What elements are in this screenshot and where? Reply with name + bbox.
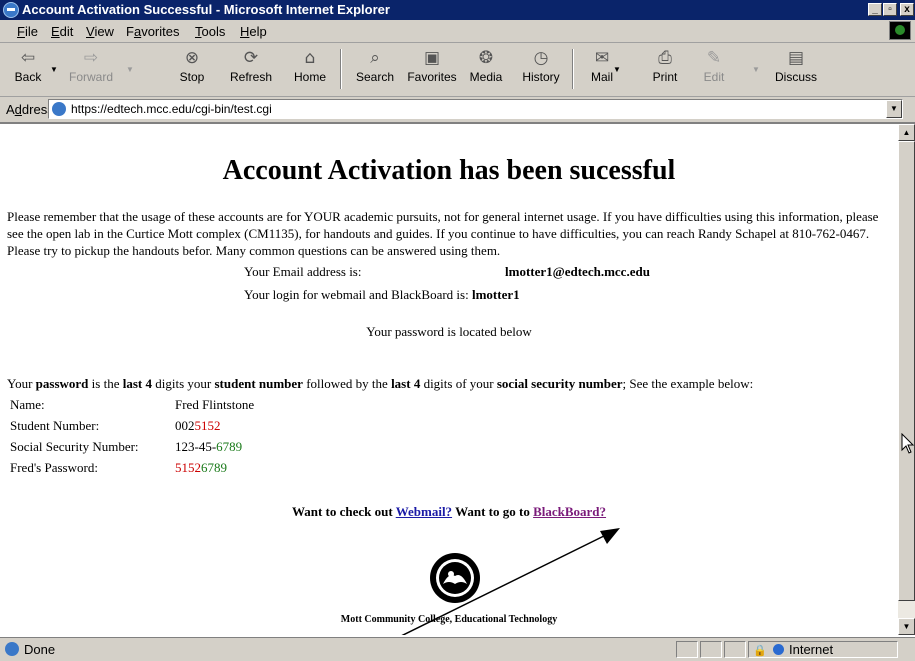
password-note: Your password is located below bbox=[366, 324, 532, 339]
mail-icon: ✉ bbox=[594, 48, 610, 68]
links-line: Want to check out Webmail? Want to go to… bbox=[291, 504, 607, 519]
close-button[interactable]: x bbox=[900, 3, 914, 16]
back-dropdown-icon[interactable]: ▼ bbox=[50, 65, 58, 74]
history-button[interactable]: ◷ History bbox=[518, 45, 564, 93]
ie-icon bbox=[3, 2, 19, 18]
media-button[interactable]: ❂ Media bbox=[466, 45, 506, 93]
annotation-arrow-icon bbox=[401, 528, 620, 635]
standard-toolbar: ⇦ Back ▼ ⇨ Forward ▼ ⊗ Stop ⟳ Refresh ⌂ Home … bbox=[0, 43, 915, 97]
address-label: Address bbox=[6, 102, 54, 117]
menu-help[interactable]: Help bbox=[240, 24, 267, 39]
maximize-button[interactable]: ▫ bbox=[883, 3, 897, 16]
stop-button[interactable]: ⊗ Stop bbox=[172, 45, 212, 93]
edit-dropdown-icon[interactable]: ▼ bbox=[752, 65, 760, 74]
intro-paragraph: Please remember that the usage of these … bbox=[7, 209, 879, 258]
address-input[interactable]: https://edtech.mcc.edu/cgi-bin/test.cgi … bbox=[48, 99, 903, 119]
password-rule: Your password is the last 4 digits your … bbox=[7, 376, 754, 391]
back-button[interactable]: ⇦ Back bbox=[8, 45, 48, 93]
address-url: https://edtech.mcc.edu/cgi-bin/test.cgi bbox=[71, 102, 272, 116]
menu-favorites[interactable]: Favorites bbox=[126, 24, 179, 39]
window-title: Account Activation Successful - Microsof… bbox=[22, 2, 390, 17]
example-name-value: Fred Flintstone bbox=[175, 397, 255, 412]
status-panel bbox=[676, 641, 698, 658]
scroll-thumb[interactable] bbox=[898, 141, 915, 601]
lock-icon: 🔒 bbox=[753, 645, 767, 657]
example-student-value: 0025152 bbox=[175, 418, 221, 433]
status-zone-panel: 🔒 Internet bbox=[748, 641, 898, 658]
login-value: lmotter1 bbox=[471, 287, 520, 302]
search-icon: ⌕ bbox=[370, 48, 380, 68]
refresh-button[interactable]: ⟳ Refresh bbox=[225, 45, 277, 93]
status-page-icon bbox=[5, 642, 19, 656]
scroll-down-button[interactable]: ▼ bbox=[898, 618, 915, 635]
menu-view[interactable]: View bbox=[86, 24, 114, 39]
status-text: Done bbox=[24, 642, 56, 657]
login-info: Your login for webmail and BlackBoard is… bbox=[244, 287, 520, 302]
discuss-button[interactable]: ▤ Discuss bbox=[770, 45, 822, 93]
zone-text: Internet bbox=[789, 642, 834, 657]
media-icon: ❂ bbox=[478, 48, 494, 68]
email-label: Your Email address is: bbox=[244, 264, 362, 279]
toolbar-separator bbox=[572, 49, 574, 89]
example-student-label: Student Number: bbox=[10, 418, 100, 433]
search-button[interactable]: ⌕ Search bbox=[350, 45, 400, 93]
status-bar: Done 🔒 Internet bbox=[0, 637, 915, 661]
history-icon: ◷ bbox=[533, 48, 549, 68]
example-ssn-label: Social Security Number: bbox=[10, 439, 139, 454]
edit-icon: ✎ bbox=[706, 48, 722, 68]
globe-icon bbox=[773, 644, 784, 655]
favorites-icon: ▣ bbox=[423, 48, 441, 68]
back-arrow-icon: ⇦ bbox=[20, 48, 36, 68]
blackboard-link[interactable]: BlackBoard? bbox=[533, 504, 606, 519]
status-panel bbox=[724, 641, 746, 658]
example-ssn-value: 123-45-6789 bbox=[175, 439, 243, 454]
refresh-icon: ⟳ bbox=[243, 48, 259, 68]
address-dropdown-button[interactable]: ▼ bbox=[886, 100, 902, 118]
email-value: lmotter1@edtech.mcc.edu bbox=[505, 264, 650, 279]
example-name-label: Name: bbox=[10, 397, 45, 412]
menu-file[interactable]: File bbox=[17, 24, 38, 39]
address-bar: Address https://edtech.mcc.edu/cgi-bin/t… bbox=[0, 97, 915, 124]
menu-bar: File Edit View Favorites Tools Help bbox=[0, 20, 915, 43]
forward-button[interactable]: ⇨ Forward bbox=[66, 45, 116, 93]
forward-dropdown-icon[interactable]: ▼ bbox=[126, 65, 134, 74]
page-icon bbox=[52, 102, 66, 116]
page-content: Account Activation has been sucessful Pl… bbox=[0, 124, 898, 635]
example-password-value: 51526789 bbox=[175, 460, 227, 475]
example-password-label: Fred's Password: bbox=[10, 460, 98, 475]
vertical-scrollbar[interactable]: ▲ ▼ bbox=[898, 124, 915, 635]
print-button[interactable]: ⎙ Print bbox=[645, 45, 685, 93]
home-icon: ⌂ bbox=[304, 48, 316, 68]
menu-tools[interactable]: Tools bbox=[195, 24, 225, 39]
webmail-link[interactable]: Webmail? bbox=[396, 504, 452, 519]
mouse-cursor-icon bbox=[901, 433, 915, 454]
title-bar: Account Activation Successful - Microsof… bbox=[0, 0, 915, 20]
minimize-button[interactable]: _ bbox=[868, 3, 882, 16]
page-heading: Account Activation has been sucessful bbox=[222, 155, 676, 186]
toolbar-separator bbox=[340, 49, 342, 89]
discuss-icon: ▤ bbox=[787, 48, 805, 68]
scroll-up-button[interactable]: ▲ bbox=[898, 124, 915, 141]
print-icon: ⎙ bbox=[658, 48, 672, 68]
stop-icon: ⊗ bbox=[184, 48, 200, 68]
mail-dropdown-icon[interactable]: ▼ bbox=[613, 65, 621, 74]
favorites-button[interactable]: ▣ Favorites bbox=[404, 45, 460, 93]
ie-throbber-icon bbox=[889, 21, 911, 40]
home-button[interactable]: ⌂ Home bbox=[290, 45, 330, 93]
status-panel bbox=[700, 641, 722, 658]
forward-arrow-icon: ⇨ bbox=[83, 48, 99, 68]
edit-button[interactable]: ✎ Edit bbox=[697, 45, 731, 93]
menu-edit[interactable]: Edit bbox=[51, 24, 73, 39]
